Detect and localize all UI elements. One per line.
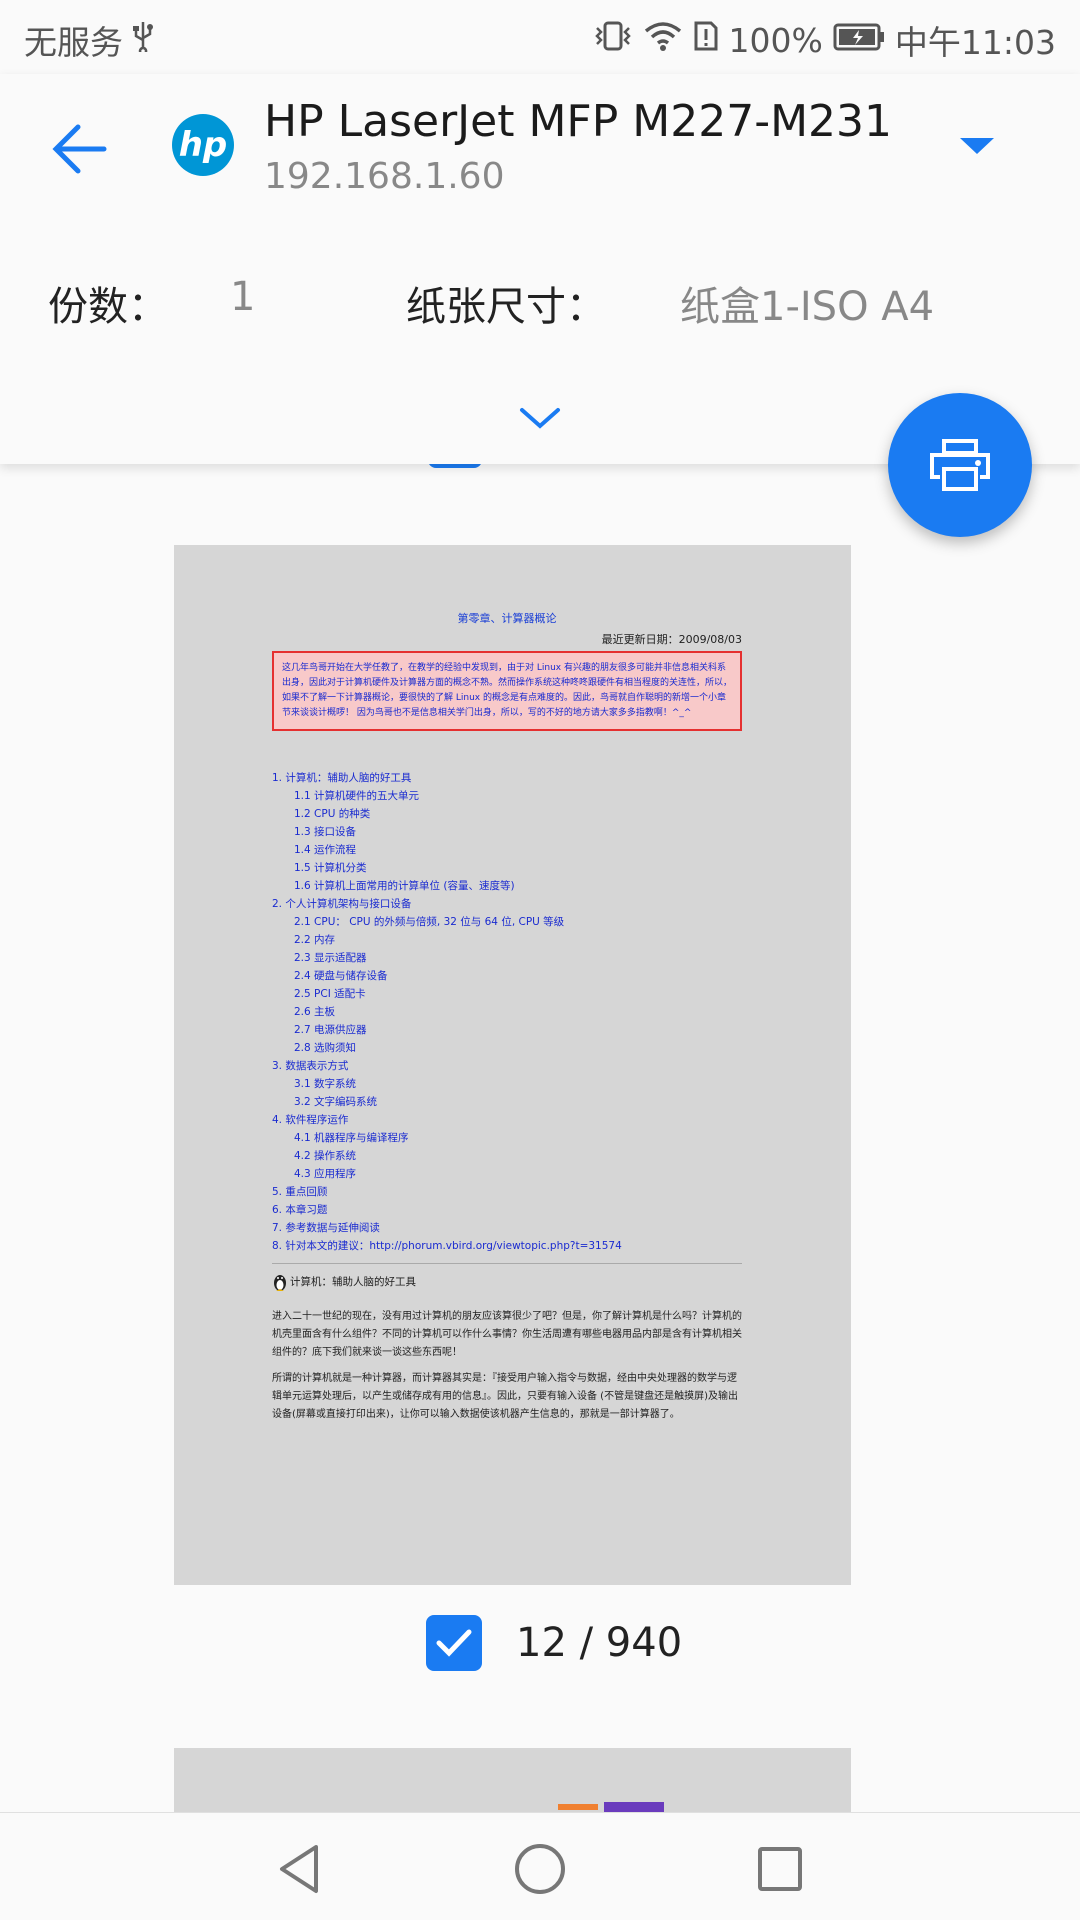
toc-item[interactable]: 1.6 计算机上面常用的计算单位 (容量、速度等) xyxy=(272,877,742,895)
page-select-checkbox[interactable] xyxy=(426,1615,482,1671)
printer-ip: 192.168.1.60 xyxy=(264,156,505,197)
doc-paragraph-2: 所谓的计算机就是一种计算器，而计算器其实是：『接受用户输入指令与数据，经由中央处… xyxy=(272,1373,738,1420)
toc-item[interactable]: 2.2 内存 xyxy=(272,931,742,949)
printer-dropdown-button[interactable] xyxy=(958,132,996,160)
doc-title: 第零章、计算器概论 xyxy=(457,612,557,625)
toc-item[interactable]: 7. 参考数据与延伸阅读 xyxy=(272,1219,742,1237)
toc-item[interactable]: 1.5 计算机分类 xyxy=(272,859,742,877)
toc-item[interactable]: 1.4 运作流程 xyxy=(272,841,742,859)
carrier-text: 无服务 xyxy=(24,23,123,62)
toc-item[interactable]: 1. 计算机：辅助人脑的好工具 xyxy=(272,769,742,787)
toc-item[interactable]: 8. 针对本文的建议：http://phorum.vbird.org/viewt… xyxy=(272,1237,742,1255)
doc-updated: 最近更新日期：2009/08/03 xyxy=(601,633,742,646)
wifi-icon xyxy=(643,20,683,60)
doc-paragraph-1: 进入二十一世纪的现在，没有用过计算机的朋友应该算很少了吧？但是，你了解计算机是什… xyxy=(272,1311,742,1358)
copies-value[interactable]: 1 xyxy=(230,274,255,320)
square-recents-icon xyxy=(758,1847,802,1891)
page-document: 第零章、计算器概论 最近更新日期：2009/08/03 这几年鸟哥开始在大学任教… xyxy=(272,611,742,1432)
doc-section-heading: 计算机：辅助人脑的好工具 xyxy=(272,1272,742,1292)
toc-item[interactable]: 4. 软件程序运作 xyxy=(272,1111,742,1129)
nav-back-button[interactable] xyxy=(272,1841,328,1897)
toc-item[interactable]: 1.3 接口设备 xyxy=(272,823,742,841)
toc-item[interactable]: 4.1 机器程序与编译程序 xyxy=(272,1129,742,1147)
toc-item[interactable]: 4.3 应用程序 xyxy=(272,1165,742,1183)
print-button[interactable] xyxy=(888,393,1032,537)
toc-item[interactable]: 4.2 操作系统 xyxy=(272,1147,742,1165)
toc-item[interactable]: 3. 数据表示方式 xyxy=(272,1057,742,1075)
toc-item[interactable]: 2.7 电源供应器 xyxy=(272,1021,742,1039)
toc-item[interactable]: 1.1 计算机硬件的五大单元 xyxy=(272,787,742,805)
toc-item[interactable]: 6. 本章习题 xyxy=(272,1201,742,1219)
doc-section-title: 计算机：辅助人脑的好工具 xyxy=(290,1275,416,1288)
caret-down-icon xyxy=(960,138,994,154)
toc-item[interactable]: 3.2 文字编码系统 xyxy=(272,1093,742,1111)
toc-item[interactable]: 2.8 选购须知 xyxy=(272,1039,742,1057)
vibrate-icon xyxy=(593,20,633,60)
toc-item[interactable]: 2.4 硬盘与储存设备 xyxy=(272,967,742,985)
check-icon xyxy=(436,1629,472,1657)
paper-size-label: 纸张尺寸： xyxy=(406,284,606,330)
printer-icon xyxy=(930,439,990,491)
toc-item[interactable]: 2.6 主板 xyxy=(272,1003,742,1021)
back-button[interactable] xyxy=(48,114,118,184)
toc-item[interactable]: 2.5 PCI 适配卡 xyxy=(272,985,742,1003)
divider xyxy=(272,1263,742,1264)
clock: 中午11:03 xyxy=(894,23,1056,62)
toc-item[interactable]: 3.1 数字系统 xyxy=(272,1075,742,1093)
next-page-content xyxy=(558,1804,598,1810)
battery-percent: 100% xyxy=(728,20,823,60)
navigation-bar xyxy=(0,1812,1080,1920)
toc-item[interactable]: 1.2 CPU 的种类 xyxy=(272,805,742,823)
circle-home-icon xyxy=(515,1844,565,1894)
usb-icon xyxy=(131,20,155,60)
alert-sim-icon xyxy=(693,20,719,60)
doc-toc: 1. 计算机：辅助人脑的好工具 1.1 计算机硬件的五大单元 1.2 CPU 的种类… xyxy=(272,769,742,1255)
printer-name[interactable]: HP LaserJet MFP M227-M231 xyxy=(264,96,892,147)
status-bar: 无服务 100% 中午11:03 xyxy=(0,0,1080,74)
page-counter: 12 / 940 xyxy=(516,1620,683,1666)
page-preview[interactable]: 第零章、计算器概论 最近更新日期：2009/08/03 这几年鸟哥开始在大学任教… xyxy=(174,545,851,1585)
penguin-icon xyxy=(274,1275,286,1291)
arrow-left-icon xyxy=(52,124,107,174)
next-page-content xyxy=(604,1802,664,1812)
paper-size-value[interactable]: 纸盒1-ISO A4 xyxy=(680,274,934,332)
doc-notice: 这几年鸟哥开始在大学任教了，在教学的经验中发现到，由于对 Linux 有兴趣的朋… xyxy=(272,651,742,731)
triangle-back-icon xyxy=(280,1845,318,1893)
toc-item[interactable]: 5. 重点回顾 xyxy=(272,1183,742,1201)
chevron-down-icon xyxy=(520,408,560,429)
toc-item[interactable]: 2.1 CPU： CPU 的外频与倍频, 32 位与 64 位, CPU 等级 xyxy=(272,913,742,931)
nav-recents-button[interactable] xyxy=(752,1841,808,1897)
battery-icon xyxy=(833,21,885,60)
toc-item[interactable]: 2. 个人计算机架构与接口设备 xyxy=(272,895,742,913)
toc-item[interactable]: 2.3 显示适配器 xyxy=(272,949,742,967)
expand-options-button[interactable] xyxy=(518,404,562,432)
print-preview-screen: 无服务 100% 中午11:03 hp HP LaserJet MFP M227… xyxy=(0,0,1080,1920)
copies-label: 份数： xyxy=(48,284,168,330)
hp-logo-icon: hp xyxy=(172,114,234,176)
nav-home-button[interactable] xyxy=(512,1841,568,1897)
